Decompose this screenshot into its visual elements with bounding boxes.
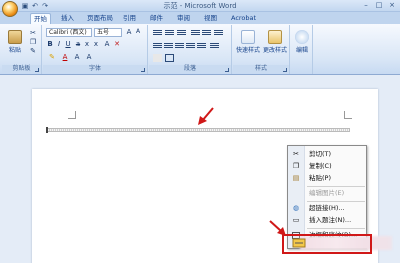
menu-separator <box>307 201 365 202</box>
styles-group: 快速样式 更改样式 样式 <box>233 25 290 74</box>
tab-view[interactable]: 视图 <box>201 13 220 24</box>
align-left-icon[interactable] <box>153 42 162 50</box>
clipboard-launcher-icon[interactable] <box>35 68 39 72</box>
minimize-icon[interactable]: – <box>360 1 372 10</box>
scissors-icon: ✂ <box>293 150 299 158</box>
paste-icon <box>8 30 22 44</box>
increase-indent-icon[interactable] <box>202 29 211 37</box>
shading-icon[interactable] <box>153 54 162 62</box>
copy-icon[interactable]: ❐ <box>29 38 37 46</box>
align-right-icon[interactable] <box>175 42 184 50</box>
arrow-icon <box>269 220 286 236</box>
margin-corner-top-right <box>344 111 352 119</box>
paragraph-launcher-icon[interactable] <box>225 68 229 72</box>
change-styles-label: 更改样式 <box>262 47 287 54</box>
close-icon[interactable]: × <box>386 1 398 10</box>
paste-label: 粘贴 <box>8 47 21 54</box>
font-launcher-icon[interactable] <box>141 68 145 72</box>
line-spacing-icon[interactable] <box>210 42 219 50</box>
maximize-icon[interactable]: □ <box>373 1 385 10</box>
decrease-indent-icon[interactable] <box>191 29 200 37</box>
tab-mailings[interactable]: 邮件 <box>147 13 166 24</box>
tab-home[interactable]: 开始 <box>30 13 51 24</box>
ribbon: 粘贴 ✂ ❐ ✎ 剪贴板 Calibri (西文) 五号 A A B I U a… <box>0 24 400 75</box>
font-group-label: 字体 <box>43 65 147 73</box>
font-color-icon[interactable]: A <box>61 53 69 61</box>
justify-icon[interactable] <box>186 42 195 50</box>
window-title: 示范 - Microsoft Word <box>163 2 237 10</box>
paragraph-group-label: 段落 <box>149 65 231 73</box>
quick-styles-button[interactable]: 快速样式 <box>235 30 261 54</box>
hyperlink-icon: ◍ <box>292 204 300 212</box>
highlight-box <box>282 234 372 254</box>
caption-icon: ▭ <box>292 216 300 224</box>
menu-item-paste[interactable]: ▤ 粘贴(P) <box>288 173 366 184</box>
underline-icon[interactable]: U <box>64 40 72 48</box>
tab-review[interactable]: 审阅 <box>174 13 193 24</box>
paste-icon: ▤ <box>292 174 300 182</box>
char-shading-icon[interactable]: A <box>73 53 81 61</box>
menu-item-copy[interactable]: ❐ 复制(C) <box>288 161 366 172</box>
quick-styles-icon <box>241 30 255 44</box>
strikethrough-icon[interactable]: a <box>74 40 82 48</box>
change-case-icon[interactable]: A <box>103 40 111 48</box>
quick-styles-label: 快速样式 <box>235 47 260 54</box>
text-cursor <box>46 127 48 133</box>
align-center-icon[interactable] <box>164 42 173 50</box>
shrink-font-icon[interactable]: A <box>134 28 142 36</box>
office-button[interactable] <box>2 1 18 17</box>
numbering-icon[interactable] <box>165 29 174 37</box>
styles-launcher-icon[interactable] <box>283 68 287 72</box>
superscript-icon[interactable]: x <box>92 40 100 48</box>
font-group: Calibri (西文) 五号 A A B I U a x x A ✕ ✎ A … <box>43 25 148 74</box>
editing-button[interactable]: 编辑 <box>292 30 312 54</box>
bullets-icon[interactable] <box>153 29 162 37</box>
ribbon-tabs: 开始 插入 页面布局 引用 邮件 审阅 视图 Acrobat <box>0 12 400 24</box>
find-icon <box>295 30 309 44</box>
clipboard-group: 粘贴 ✂ ❐ ✎ 剪贴板 <box>2 25 42 74</box>
subscript-icon[interactable]: x <box>83 40 91 48</box>
distributed-icon[interactable] <box>197 42 206 50</box>
tab-page-layout[interactable]: 页面布局 <box>84 13 116 24</box>
arrow-icon <box>198 107 214 125</box>
menu-separator <box>307 228 365 229</box>
borders-icon[interactable] <box>165 54 174 62</box>
cut-icon[interactable]: ✂ <box>29 29 37 37</box>
font-name-select[interactable]: Calibri (西文) <box>46 28 92 37</box>
char-border-icon[interactable]: A <box>85 53 93 61</box>
format-painter-icon[interactable]: ✎ <box>29 47 37 55</box>
change-styles-icon <box>268 30 282 44</box>
title-bar: ▣ ↶ ↷ 示范 - Microsoft Word – □ × <box>0 0 400 17</box>
bold-icon[interactable]: B <box>46 40 54 48</box>
font-size-select[interactable]: 五号 <box>94 28 122 37</box>
edit-picture-icon <box>292 190 300 197</box>
highlight-color-icon[interactable]: ✎ <box>48 53 56 61</box>
editing-label: 编辑 <box>295 47 308 54</box>
copy-icon: ❐ <box>292 162 300 170</box>
multilevel-list-icon[interactable] <box>177 29 186 37</box>
paste-button[interactable]: 粘贴 <box>4 30 26 54</box>
paragraph-group: 段落 <box>149 25 232 74</box>
italic-icon[interactable]: I <box>55 40 63 48</box>
clear-format-icon[interactable]: ✕ <box>113 40 121 48</box>
menu-item-cut[interactable]: ✂ 剪切(T) <box>288 149 366 160</box>
margin-corner-top-left <box>68 111 76 119</box>
editing-group: 编辑 <box>291 25 313 74</box>
menu-item-hyperlink[interactable]: ◍ 超链接(H)... <box>288 203 366 214</box>
tab-insert[interactable]: 插入 <box>58 13 77 24</box>
styles-group-label: 样式 <box>233 65 289 73</box>
tab-references[interactable]: 引用 <box>120 13 139 24</box>
menu-item-insert-caption[interactable]: ▭ 插入题注(N)... <box>288 215 366 226</box>
sort-icon[interactable] <box>214 29 223 37</box>
window-controls: – □ × <box>360 1 398 10</box>
menu-separator <box>307 186 365 187</box>
change-styles-button[interactable]: 更改样式 <box>262 30 288 54</box>
tab-acrobat[interactable]: Acrobat <box>228 13 259 24</box>
horizontal-line-object[interactable] <box>46 128 350 132</box>
grow-font-icon[interactable]: A <box>125 28 133 36</box>
menu-item-edit-picture: 编辑图片(E) <box>288 188 366 199</box>
